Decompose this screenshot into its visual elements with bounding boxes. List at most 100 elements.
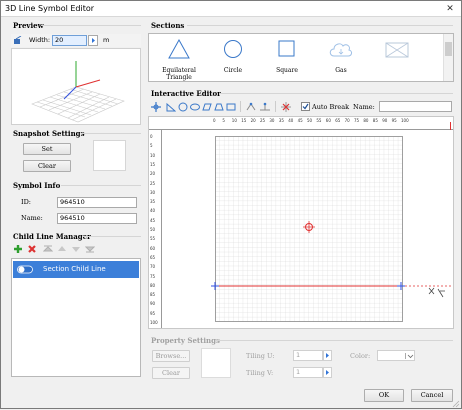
- ruler-tick-label: 70: [344, 118, 350, 123]
- section-item-circle[interactable]: Circle: [205, 36, 261, 80]
- snap-vertex-icon[interactable]: [259, 102, 271, 112]
- child-line-toolbar: [11, 243, 141, 256]
- sections-gallery[interactable]: Equilateral Triangle Circle Square Gas: [148, 33, 454, 82]
- orbit-icon[interactable]: [13, 36, 23, 45]
- section-item-gas[interactable]: Gas: [313, 36, 369, 80]
- editor-name-input[interactable]: [379, 101, 452, 112]
- editor-name-label: Name:: [353, 103, 375, 111]
- triangle-icon: [168, 39, 190, 59]
- resize-grip-icon[interactable]: [451, 399, 460, 408]
- snapshot-set-button[interactable]: Set: [23, 143, 71, 155]
- ruler-tick-label: 20: [250, 118, 256, 123]
- id-field[interactable]: 964510: [57, 197, 137, 208]
- section-item-envelope[interactable]: [369, 36, 425, 80]
- snapshot-group-label: Snapshot Settings: [13, 129, 85, 138]
- preview-grid: [31, 61, 125, 123]
- square-icon: [278, 40, 295, 57]
- ruler-tick-label: 50: [150, 227, 156, 232]
- tiling-u-input[interactable]: 1: [293, 350, 323, 361]
- close-icon[interactable]: ✕: [443, 3, 457, 15]
- section-baseline: [211, 282, 453, 290]
- section-item-square[interactable]: Square: [259, 36, 315, 80]
- circle-tool-icon[interactable]: [178, 102, 188, 112]
- divider: [187, 25, 453, 26]
- texture-thumbnail: [201, 348, 231, 378]
- tiling-u-spin[interactable]: [323, 350, 332, 361]
- tiling-v-input[interactable]: 1: [293, 367, 323, 378]
- list-item[interactable]: Section Child Line: [13, 261, 139, 278]
- ruler-tick-label: 0: [213, 118, 216, 123]
- horizontal-ruler: 0 5 10 15 20 25 30 35 40 45 50 55 60 65 70 75 80 85 90 95 10…: [149, 117, 453, 130]
- move-bottom-icon[interactable]: [85, 244, 95, 254]
- scrollbar-thumb[interactable]: [445, 42, 452, 56]
- auto-break-checkbox[interactable]: [301, 102, 310, 111]
- ruler-tick-label: 35: [150, 199, 156, 205]
- move-down-icon[interactable]: [71, 244, 81, 254]
- tiling-v-spin[interactable]: [323, 367, 332, 378]
- origin-marker-icon[interactable]: [303, 221, 315, 233]
- window-title: 3D Line Symbol Editor: [5, 4, 95, 13]
- ruler-tick-label: 95: [150, 310, 156, 316]
- snapshot-clear-button[interactable]: Clear: [23, 160, 71, 172]
- editor-canvas[interactable]: 0 5 10 15 20 25 30 35 40 45 50 55 60 65 70 75 80 85 90 95 10…: [148, 116, 454, 329]
- chevron-down-icon: [407, 354, 414, 359]
- ruler-tick-label: 80: [150, 282, 156, 288]
- envelope-icon: [385, 42, 409, 58]
- ruler-tick-label: 40: [288, 118, 294, 123]
- move-top-icon[interactable]: [43, 244, 53, 254]
- delete-point-icon[interactable]: [280, 102, 292, 112]
- line-toggle-icon: [17, 265, 33, 274]
- sections-scrollbar[interactable]: [443, 34, 453, 81]
- list-item-label: Section Child Line: [43, 265, 106, 273]
- section-label: Circle: [223, 67, 243, 74]
- section-item-triangle[interactable]: Equilateral Triangle: [151, 36, 207, 81]
- ruler-tick-label: 15: [241, 118, 247, 123]
- vertical-ruler: 0 5 10 15 20 25 30 35 40 45 50 55 60 65 70 75 80 85 90 95 10…: [149, 130, 162, 328]
- delete-icon[interactable]: [27, 244, 37, 254]
- ok-button[interactable]: OK: [364, 389, 404, 402]
- cancel-button[interactable]: Cancel: [411, 389, 453, 402]
- ellipse-tool-icon[interactable]: [190, 102, 200, 112]
- add-icon[interactable]: [13, 244, 23, 254]
- color-picker[interactable]: [377, 350, 415, 361]
- parallelogram-tool-icon[interactable]: [202, 102, 212, 112]
- ruler-tick-label: 60: [325, 118, 331, 123]
- section-label: Square: [276, 67, 298, 74]
- width-unit: m: [103, 36, 110, 44]
- child-line-list[interactable]: Section Child Line: [11, 258, 141, 377]
- width-input[interactable]: 20: [52, 35, 87, 46]
- ruler-marker: [450, 122, 451, 130]
- ruler-tick-label: 25: [150, 180, 156, 186]
- name-field[interactable]: 964510: [57, 213, 137, 224]
- browse-button[interactable]: Browse...: [152, 350, 190, 362]
- ruler-tick-label: 45: [297, 118, 303, 123]
- snap-grid-icon[interactable]: [245, 102, 257, 112]
- add-point-icon[interactable]: [151, 102, 161, 112]
- move-up-icon[interactable]: [57, 244, 67, 254]
- width-spin-button[interactable]: [88, 35, 98, 46]
- auto-break-label: Auto Break: [312, 103, 350, 111]
- ruler-tick-label: 30: [150, 189, 156, 195]
- title-bar[interactable]: 3D Line Symbol Editor ✕: [1, 1, 461, 17]
- circle-icon: [224, 40, 242, 58]
- tiling-u-label: Tiling U:: [246, 352, 275, 360]
- preview-viewport[interactable]: [11, 48, 141, 125]
- ruler-tick-label: 90: [150, 301, 156, 307]
- rectangle-tool-icon[interactable]: [226, 102, 236, 112]
- section-label: Gas: [335, 67, 347, 74]
- ruler-tick-label: 55: [150, 236, 156, 242]
- ruler-tick-label: 85: [372, 118, 378, 123]
- polyline-icon[interactable]: [166, 102, 176, 112]
- ruler-tick-label: 70: [150, 264, 156, 270]
- editor-group-label: Interactive Editor: [151, 89, 221, 98]
- ruler-tick-label: 90: [382, 118, 388, 123]
- ruler-tick-label: 35: [278, 118, 284, 123]
- ruler-tick-label: 45: [150, 217, 156, 223]
- child-line-group-label: Child Line Manager: [13, 232, 91, 241]
- divider: [219, 93, 453, 94]
- snapshot-thumbnail: [93, 140, 126, 171]
- property-clear-button[interactable]: Clear: [152, 367, 190, 379]
- trapezoid-tool-icon[interactable]: [214, 102, 224, 112]
- ruler-tick-label: 20: [150, 171, 156, 177]
- ruler-tick-label: 30: [269, 118, 275, 123]
